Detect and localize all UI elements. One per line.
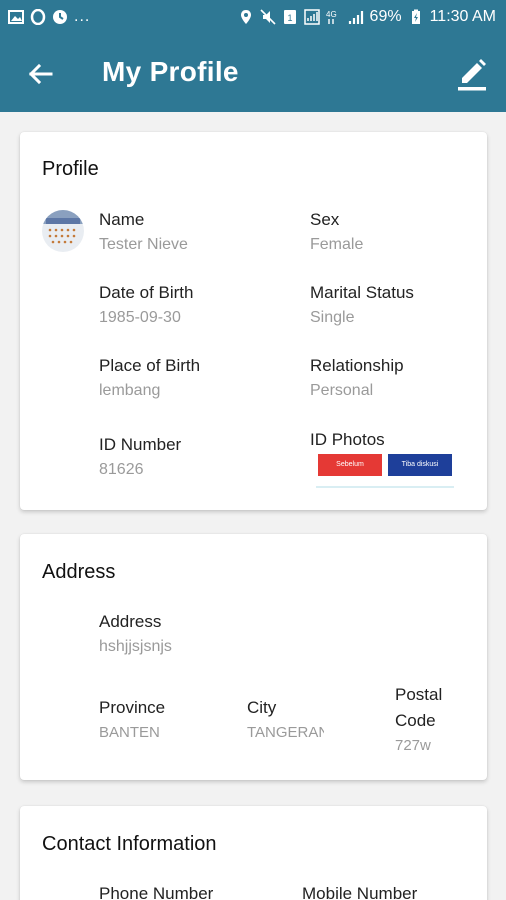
signal-box-icon bbox=[303, 9, 320, 25]
address-card-title: Address bbox=[42, 561, 116, 583]
svg-text:4G: 4G bbox=[326, 10, 337, 19]
network-4g-icon: 4G bbox=[326, 10, 337, 24]
location-icon bbox=[240, 10, 251, 24]
battery-percent: 69% bbox=[369, 8, 402, 25]
clock-app-icon bbox=[53, 10, 67, 24]
province-label: Province bbox=[99, 698, 166, 717]
relationship-value: Personal bbox=[310, 382, 374, 399]
profile-card: Profile Name Tester Nieve Sex Female Dat… bbox=[20, 132, 487, 510]
marital-status-value: Single bbox=[310, 309, 355, 326]
address-value: hshjjsjsnjs bbox=[99, 638, 172, 655]
relationship-label: Relationship bbox=[310, 356, 404, 375]
address-card: Address Address hshjjsjsnjs Province BAN… bbox=[20, 534, 487, 780]
dob-value: 1985-09-30 bbox=[99, 309, 181, 326]
svg-text:1: 1 bbox=[287, 13, 292, 23]
avatar-image bbox=[42, 210, 84, 244]
id-photos-divider bbox=[316, 486, 454, 488]
edit-pencil-icon[interactable] bbox=[456, 56, 488, 92]
id-photo-front[interactable]: Sebelum bbox=[318, 454, 382, 476]
battery-charging-icon bbox=[411, 9, 420, 24]
place-of-birth-value: lembang bbox=[99, 382, 161, 399]
signal-bars-icon bbox=[348, 11, 363, 24]
province-value: BANTEN bbox=[99, 724, 160, 741]
name-value: Tester Nieve bbox=[99, 236, 188, 253]
name-label: Name bbox=[99, 210, 145, 229]
city-value: TANGERANG bbox=[247, 724, 324, 741]
contact-card: Contact Information Phone Number Mobile … bbox=[20, 806, 487, 900]
postal-code-value: 727w bbox=[395, 737, 431, 754]
place-of-birth-label: Place of Birth bbox=[99, 356, 201, 375]
opera-icon bbox=[30, 9, 46, 25]
mute-icon bbox=[259, 9, 276, 25]
sim-icon: 1 bbox=[283, 10, 296, 24]
mobile-number-label: Mobile Number bbox=[302, 884, 418, 900]
address-label: Address bbox=[99, 612, 162, 631]
id-photos[interactable]: Sebelum Tiba diskusi bbox=[316, 454, 456, 488]
postal-code-label-line1: Postal bbox=[395, 685, 443, 704]
id-photos-label: ID Photos bbox=[310, 430, 385, 449]
image-icon bbox=[8, 10, 24, 24]
more-notifications: ... bbox=[74, 8, 91, 25]
contact-card-title: Contact Information bbox=[42, 833, 217, 855]
id-number-value: 81626 bbox=[99, 461, 144, 478]
sex-label: Sex bbox=[310, 210, 340, 229]
back-arrow-icon[interactable] bbox=[24, 58, 56, 90]
city-label: City bbox=[247, 698, 277, 717]
status-bar-system: 1 4G 69% 11:30 AM bbox=[238, 8, 496, 26]
profile-card-title: Profile bbox=[42, 158, 99, 180]
phone-number-label: Phone Number bbox=[99, 884, 214, 900]
sex-value: Female bbox=[310, 236, 364, 253]
postal-code-label-line2: Code bbox=[395, 711, 436, 730]
marital-status-label: Marital Status bbox=[310, 283, 414, 302]
page-title: My Profile bbox=[102, 56, 239, 87]
status-bar: ... 1 4G 69% 11:30 AM bbox=[0, 0, 506, 36]
clock-time: 11:30 AM bbox=[429, 8, 496, 25]
id-photo-back[interactable]: Tiba diskusi bbox=[388, 454, 452, 476]
status-bar-notifications: ... bbox=[8, 8, 90, 26]
avatar[interactable] bbox=[42, 210, 84, 252]
app-bar: My Profile bbox=[0, 36, 506, 112]
id-number-label: ID Number bbox=[99, 435, 182, 454]
dob-label: Date of Birth bbox=[99, 283, 194, 302]
